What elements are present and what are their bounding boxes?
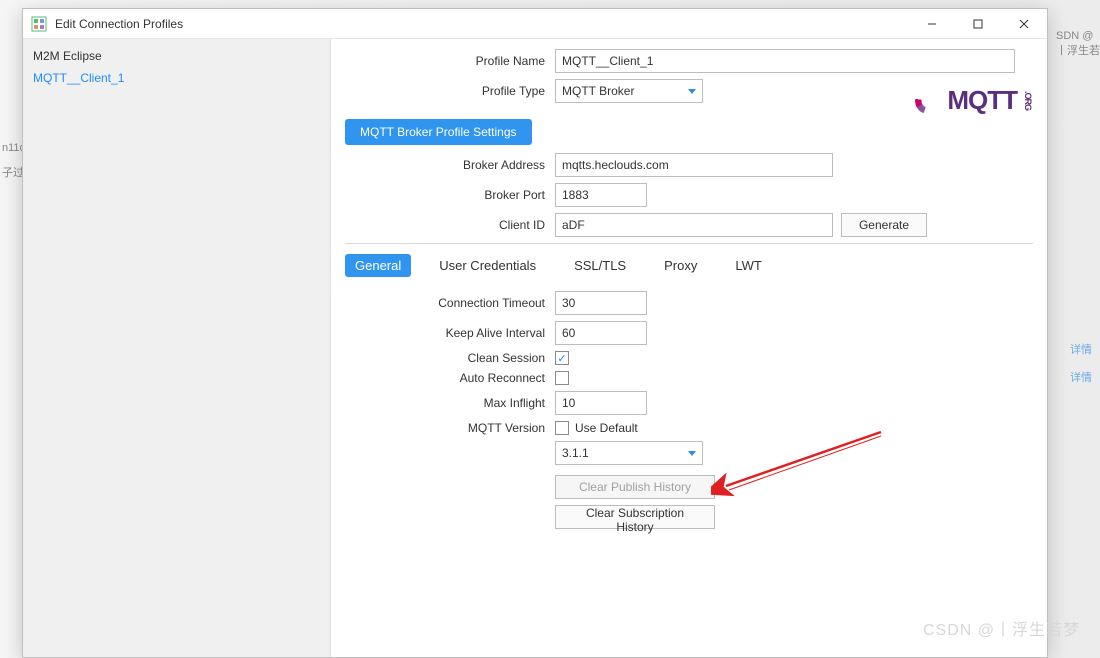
window-title: Edit Connection Profiles [55,17,183,31]
tab-lwt[interactable]: LWT [725,254,771,277]
connection-timeout-label: Connection Timeout [345,296,555,310]
profile-type-value: MQTT Broker [562,84,634,98]
app-icon [31,16,47,32]
profile-type-select[interactable]: MQTT Broker [555,79,703,103]
mqtt-logo-icon [915,88,941,114]
profile-name-input[interactable] [555,49,1015,73]
tab-proxy[interactable]: Proxy [654,254,707,277]
mqtt-version-label: MQTT Version [345,421,555,435]
broker-address-label: Broker Address [345,158,555,172]
broker-settings-button[interactable]: MQTT Broker Profile Settings [345,119,532,145]
main-panel: MQTT .ORG Profile Name Profile Type MQTT… [331,39,1047,657]
watermark: CSDN @丨浮生若梦 [923,616,1080,640]
generate-button[interactable]: Generate [841,213,927,237]
bg-text: 子过 [2,164,24,180]
bg-left-strip [0,0,22,658]
keep-alive-input[interactable] [555,321,647,345]
broker-port-label: Broker Port [345,188,555,202]
clear-publish-button[interactable]: Clear Publish History [555,475,715,499]
profile-name-label: Profile Name [345,54,555,68]
broker-port-input[interactable] [555,183,647,207]
tab-general[interactable]: General [345,254,411,277]
profiles-sidebar: M2M Eclipse MQTT__Client_1 [23,39,331,657]
auto-reconnect-checkbox[interactable] [555,371,569,385]
maximize-button[interactable] [955,9,1001,39]
use-default-checkbox[interactable] [555,421,569,435]
connection-timeout-input[interactable] [555,291,647,315]
bg-text: SDN @丨浮生若 [1056,30,1100,58]
mqtt-logo-text: MQTT [947,85,1017,116]
client-id-input[interactable] [555,213,833,237]
max-inflight-label: Max Inflight [345,396,555,410]
clear-subscription-button[interactable]: Clear Subscription History [555,505,715,529]
broker-address-input[interactable] [555,153,833,177]
clean-session-checkbox[interactable] [555,351,569,365]
chevron-down-icon [688,451,696,456]
mqtt-logo: MQTT .ORG [915,85,1033,116]
tab-ssl-tls[interactable]: SSL/TLS [564,254,636,277]
client-id-label: Client ID [345,218,555,232]
tab-user-credentials[interactable]: User Credentials [429,254,546,277]
use-default-label: Use Default [575,421,638,435]
clean-session-label: Clean Session [345,351,555,365]
titlebar: Edit Connection Profiles [23,9,1047,39]
sidebar-item-m2m[interactable]: M2M Eclipse [33,45,320,67]
bg-link: 详情 [1070,369,1092,385]
sidebar-item-client1[interactable]: MQTT__Client_1 [33,67,320,89]
divider [345,243,1033,244]
mqtt-logo-suffix: .ORG [1023,91,1033,110]
chevron-down-icon [688,89,696,94]
tabs: General User Credentials SSL/TLS Proxy L… [345,254,1033,277]
profile-type-label: Profile Type [345,84,555,98]
dialog-window: Edit Connection Profiles M2M Eclipse MQT… [22,8,1048,658]
keep-alive-label: Keep Alive Interval [345,326,555,340]
mqtt-version-value: 3.1.1 [562,446,589,460]
minimize-button[interactable] [909,9,955,39]
auto-reconnect-label: Auto Reconnect [345,371,555,385]
bg-link: 详情 [1070,341,1092,357]
max-inflight-input[interactable] [555,391,647,415]
close-button[interactable] [1001,9,1047,39]
mqtt-version-select[interactable]: 3.1.1 [555,441,703,465]
